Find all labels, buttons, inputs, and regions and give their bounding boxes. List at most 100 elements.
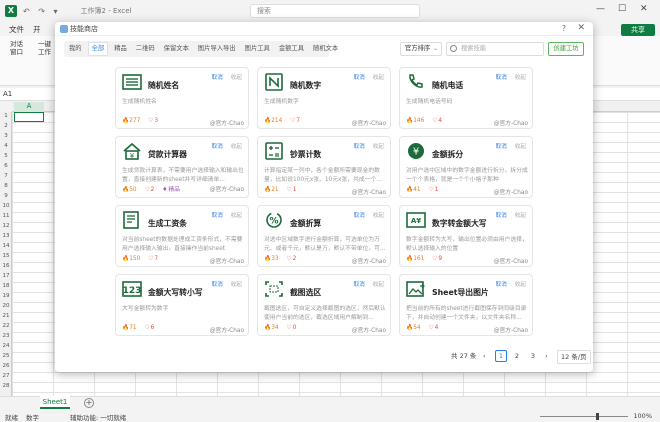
skill-card[interactable]: Sheet导出图片 取消 收起 把当前的所有的sheet进行截图保存到同级目录下，… — [399, 274, 533, 336]
row-header-13[interactable]: 13 — [0, 233, 12, 239]
cancel-link[interactable]: 取消 — [496, 144, 507, 150]
zoom-slider-handle[interactable] — [596, 413, 599, 420]
menu-file[interactable]: 文件 — [9, 24, 24, 35]
zoom-slider[interactable] — [540, 416, 628, 417]
row-header-10[interactable]: 10 — [0, 203, 12, 209]
cancel-link[interactable]: 取消 — [496, 75, 507, 81]
page-button[interactable]: 3 — [527, 350, 539, 362]
heart-icon[interactable]: ♡ — [286, 256, 291, 262]
collapse-link[interactable]: 收起 — [515, 144, 526, 150]
collapse-link[interactable]: 收起 — [373, 75, 384, 81]
cancel-link[interactable]: 取消 — [354, 75, 365, 81]
page-button[interactable]: 2 — [511, 350, 523, 362]
dialog-window-button[interactable]: 对话 窗口 — [10, 40, 23, 56]
search-box[interactable]: 搜索 — [250, 4, 420, 18]
row-header-15[interactable]: 15 — [0, 253, 12, 259]
skill-card[interactable]: 随机数字 取消 收起 生成随机数字 🔥214 ♡7 @官方-Chao — [257, 67, 391, 129]
create-workshop-button[interactable]: 创建工坊 — [548, 42, 584, 56]
close-icon[interactable]: ✕ — [577, 23, 585, 33]
collapse-link[interactable]: 收起 — [373, 282, 384, 288]
row-header-25[interactable]: 25 — [0, 353, 12, 359]
prev-page-icon[interactable]: ‹ — [483, 350, 486, 362]
row-header-18[interactable]: 18 — [0, 283, 12, 289]
column-header-a[interactable]: A — [14, 102, 44, 112]
filter-tab[interactable]: 二维码 — [133, 42, 158, 56]
cancel-link[interactable]: 取消 — [212, 75, 223, 81]
share-button[interactable]: 共享 — [621, 24, 655, 36]
skill-card[interactable]: 随机姓名 取消 收起 生成随机姓名 🔥277 ♡3 @官方-Chao — [115, 67, 249, 129]
page-size-select[interactable]: 12 条/页 — [557, 350, 591, 364]
filter-tab[interactable]: 保留文本 — [161, 42, 192, 56]
filter-tab[interactable]: 全部 — [87, 42, 109, 56]
page-button[interactable]: 1 — [495, 350, 507, 362]
close-window-icon[interactable]: ✕ — [640, 4, 648, 14]
row-header-8[interactable]: 8 — [0, 183, 12, 189]
row-header-21[interactable]: 21 — [0, 313, 12, 319]
skill-card[interactable]: A¥ 数字转金额大写 取消 收起 数字金额转为大写，输出位置必须由用户选择，默认选… — [399, 205, 533, 267]
heart-icon[interactable]: ♡ — [148, 118, 153, 124]
collapse-link[interactable]: 收起 — [231, 282, 242, 288]
filter-tab[interactable]: 随机文本 — [310, 42, 341, 56]
onekey-tool-button[interactable]: 一键 工作 — [38, 40, 51, 56]
row-header-24[interactable]: 24 — [0, 343, 12, 349]
heart-icon[interactable]: ♡ — [286, 187, 291, 193]
heart-icon[interactable]: ♡ — [290, 118, 295, 124]
filter-tab[interactable]: 图片工具 — [242, 42, 273, 56]
row-header-22[interactable]: 22 — [0, 323, 12, 329]
row-header-7[interactable]: 7 — [0, 173, 12, 179]
cancel-link[interactable]: 取消 — [496, 213, 507, 219]
collapse-link[interactable]: 收起 — [373, 213, 384, 219]
skill-card[interactable]: 截图选区 取消 收起 截图选区，可自定义选择截图的选区，然后默认使用户当前的选区，… — [257, 274, 391, 336]
selected-cell[interactable] — [14, 112, 44, 122]
row-header-14[interactable]: 14 — [0, 243, 12, 249]
menu-home[interactable]: 开 — [33, 24, 41, 35]
heart-icon[interactable]: ♡ — [144, 325, 149, 331]
row-header-17[interactable]: 17 — [0, 273, 12, 279]
skill-search-input[interactable]: 搜索技能 — [446, 42, 544, 56]
row-header-16[interactable]: 16 — [0, 263, 12, 269]
row-header-20[interactable]: 20 — [0, 303, 12, 309]
zoom-level[interactable]: 100% — [633, 412, 652, 420]
skill-card[interactable]: 生成工资条 取消 收起 对当前sheet的数据处理成工资条形式，不需要用户选择输入… — [115, 205, 249, 267]
heart-icon[interactable]: ♡ — [432, 256, 437, 262]
heart-icon[interactable]: ♡ — [428, 187, 433, 193]
add-sheet-icon[interactable]: + — [84, 398, 94, 408]
filter-tab[interactable]: 我的 — [66, 42, 85, 56]
heart-icon[interactable]: ♡ — [428, 325, 433, 331]
row-header-9[interactable]: 9 — [0, 193, 12, 199]
next-page-icon[interactable]: › — [545, 350, 548, 362]
row-header-3[interactable]: 3 — [0, 133, 12, 139]
skill-card[interactable]: 随机电话 取消 收起 生成随机电话号码 🔥146 ♡4 @官方-Chao — [399, 67, 533, 129]
sheet-tab-sheet1[interactable]: Sheet1 — [40, 396, 70, 409]
skill-card[interactable]: ¥ 金额拆分 取消 收起 对用户选中区域中的数字金额进行拆分，拆分成一个个表格，就… — [399, 136, 533, 198]
skill-card[interactable]: 钞票计数 取消 收起 计算指定某一列中，各个金额所需要现金的数量，比如说100元x… — [257, 136, 391, 198]
filter-tab[interactable]: 精品 — [111, 42, 130, 56]
row-header-11[interactable]: 11 — [0, 213, 12, 219]
row-header-5[interactable]: 5 — [0, 153, 12, 159]
filter-tab[interactable]: 金额工具 — [276, 42, 307, 56]
maximize-icon[interactable]: ☐ — [618, 4, 626, 14]
row-header-2[interactable]: 2 — [0, 123, 12, 129]
skill-card[interactable]: % 金额折算 取消 收起 对选中区域数字进行金额折算，可选单位为万元、或者千元，默… — [257, 205, 391, 267]
heart-icon[interactable]: ♡ — [286, 325, 291, 331]
collapse-link[interactable]: 收起 — [515, 213, 526, 219]
cancel-link[interactable]: 取消 — [212, 282, 223, 288]
skill-card[interactable]: 123 金额大写转小写 取消 收起 大写金额转为数字 🔥71 ♡6 @官方-Cha… — [115, 274, 249, 336]
heart-icon[interactable]: ♡ — [432, 118, 437, 124]
collapse-link[interactable]: 收起 — [231, 213, 242, 219]
cancel-link[interactable]: 取消 — [212, 144, 223, 150]
name-box[interactable]: A1 — [3, 90, 12, 98]
row-header-26[interactable]: 26 — [0, 363, 12, 369]
status-accessibility[interactable]: 辅助功能: 一切就绪 — [70, 412, 126, 422]
collapse-link[interactable]: 收起 — [515, 282, 526, 288]
collapse-link[interactable]: 收起 — [231, 144, 242, 150]
help-icon[interactable]: ? — [562, 24, 566, 33]
row-header-28[interactable]: 28 — [0, 383, 12, 389]
skill-card[interactable]: ¥ 贷款计算器 取消 收起 生成贷款计算表，不需要用户选择输入和输出位置，直接创建… — [115, 136, 249, 198]
filter-tab[interactable]: 图片导入导出 — [195, 42, 239, 56]
cancel-link[interactable]: 取消 — [354, 213, 365, 219]
row-header-4[interactable]: 4 — [0, 143, 12, 149]
row-header-27[interactable]: 27 — [0, 373, 12, 379]
row-header-12[interactable]: 12 — [0, 223, 12, 229]
heart-icon[interactable]: ♡ — [148, 256, 153, 262]
